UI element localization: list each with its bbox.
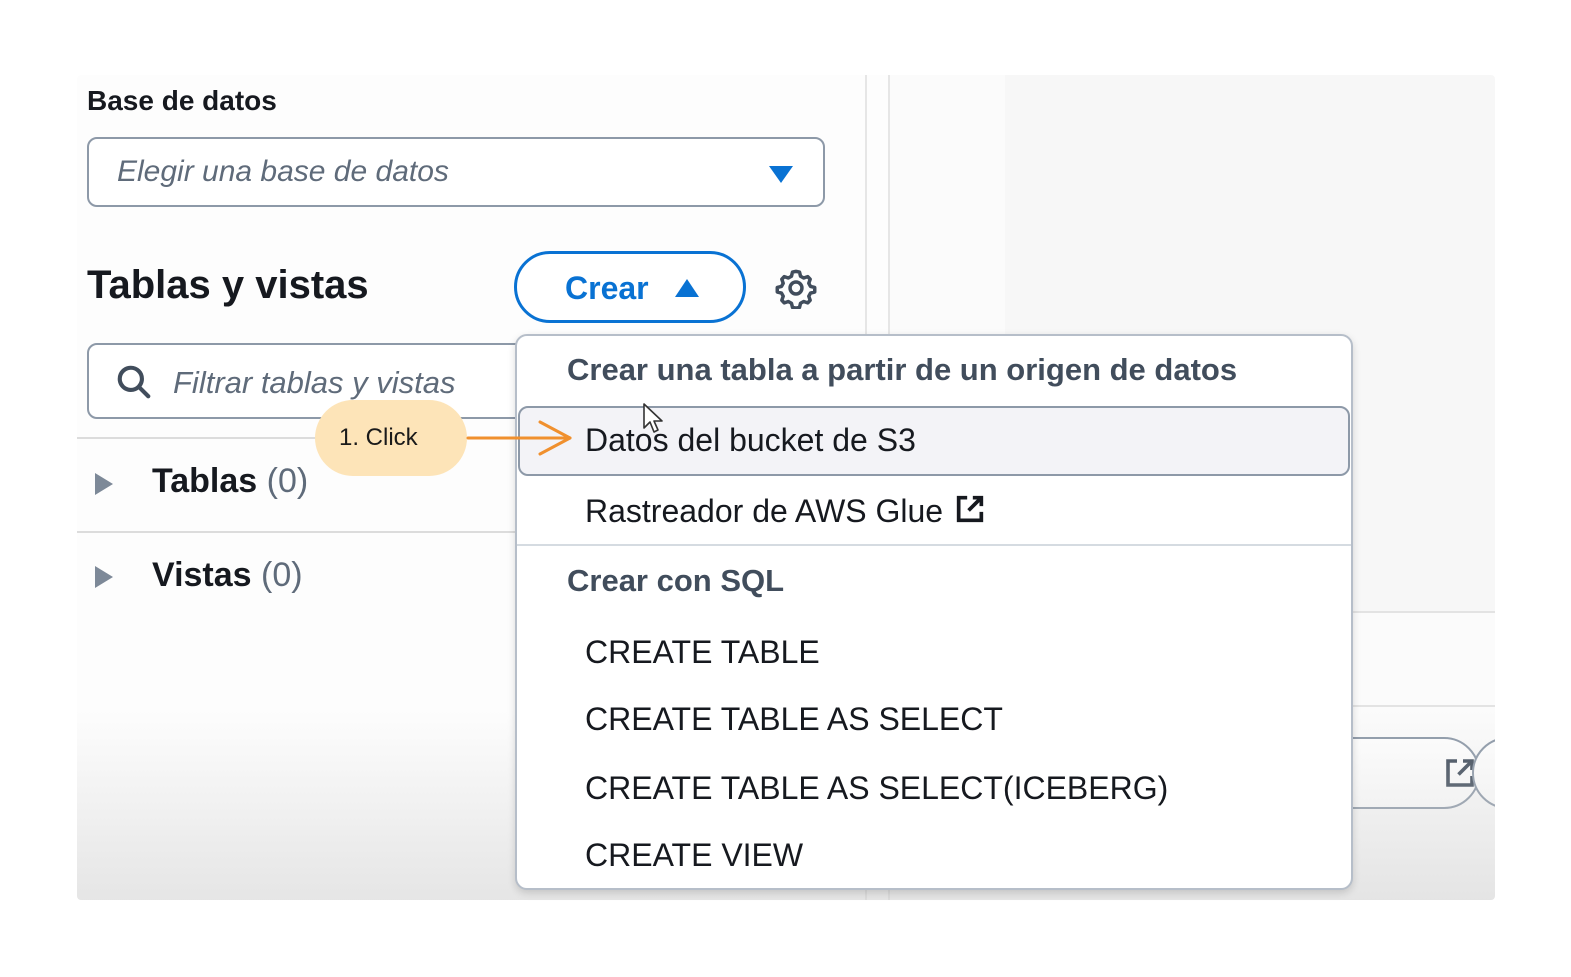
menu-group-heading-sql: Crear con SQL	[567, 563, 785, 598]
menu-item-s3-bucket[interactable]: Datos del bucket de S3	[585, 422, 916, 459]
search-icon	[117, 365, 151, 399]
expand-triangle-icon[interactable]	[95, 473, 113, 495]
caret-down-icon	[769, 166, 793, 183]
create-dropdown-menu: Crear una tabla a partir de un origen de…	[515, 334, 1353, 890]
tree-item-label: Vistas	[152, 556, 252, 594]
database-select[interactable]: Elegir una base de datos	[87, 137, 825, 207]
tree-item-tables[interactable]: Tablas (0)	[152, 462, 308, 501]
menu-item-create-table[interactable]: CREATE TABLE	[585, 634, 820, 671]
arrow-icon	[466, 420, 572, 456]
menu-item-glue-crawler[interactable]: Rastreador de AWS Glue	[585, 492, 987, 530]
gear-icon[interactable]	[775, 267, 817, 309]
tables-views-title: Tablas y vistas	[87, 263, 369, 307]
menu-separator	[517, 544, 1351, 546]
expand-triangle-icon[interactable]	[95, 566, 113, 588]
menu-item-create-view[interactable]: CREATE VIEW	[585, 837, 803, 874]
step-callout: 1. Click	[315, 400, 467, 476]
external-link-icon	[956, 495, 984, 523]
menu-item-create-table-as-select-iceberg[interactable]: CREATE TABLE AS SELECT(ICEBERG)	[585, 770, 1168, 807]
menu-group-heading-datasource: Crear una tabla a partir de un origen de…	[567, 352, 1238, 387]
secondary-button[interactable]	[1472, 737, 1495, 809]
tree-item-count: (0)	[266, 462, 309, 500]
mouse-cursor-icon	[643, 403, 663, 433]
menu-item-label: Rastreador de AWS Glue	[585, 493, 944, 529]
filter-placeholder: Filtrar tablas y vistas	[173, 365, 456, 400]
database-select-placeholder: Elegir una base de datos	[117, 155, 449, 188]
caret-up-icon	[675, 279, 699, 297]
tree-item-views[interactable]: Vistas (0)	[152, 556, 303, 595]
create-button-label: Crear	[565, 270, 649, 306]
step-callout-label: 1. Click	[339, 424, 418, 451]
menu-item-create-table-as-select[interactable]: CREATE TABLE AS SELECT	[585, 701, 1003, 738]
tree-item-label: Tablas	[152, 462, 258, 500]
create-button[interactable]: Crear	[514, 251, 746, 323]
database-label: Base de datos	[87, 85, 277, 116]
tree-item-count: (0)	[261, 556, 303, 594]
